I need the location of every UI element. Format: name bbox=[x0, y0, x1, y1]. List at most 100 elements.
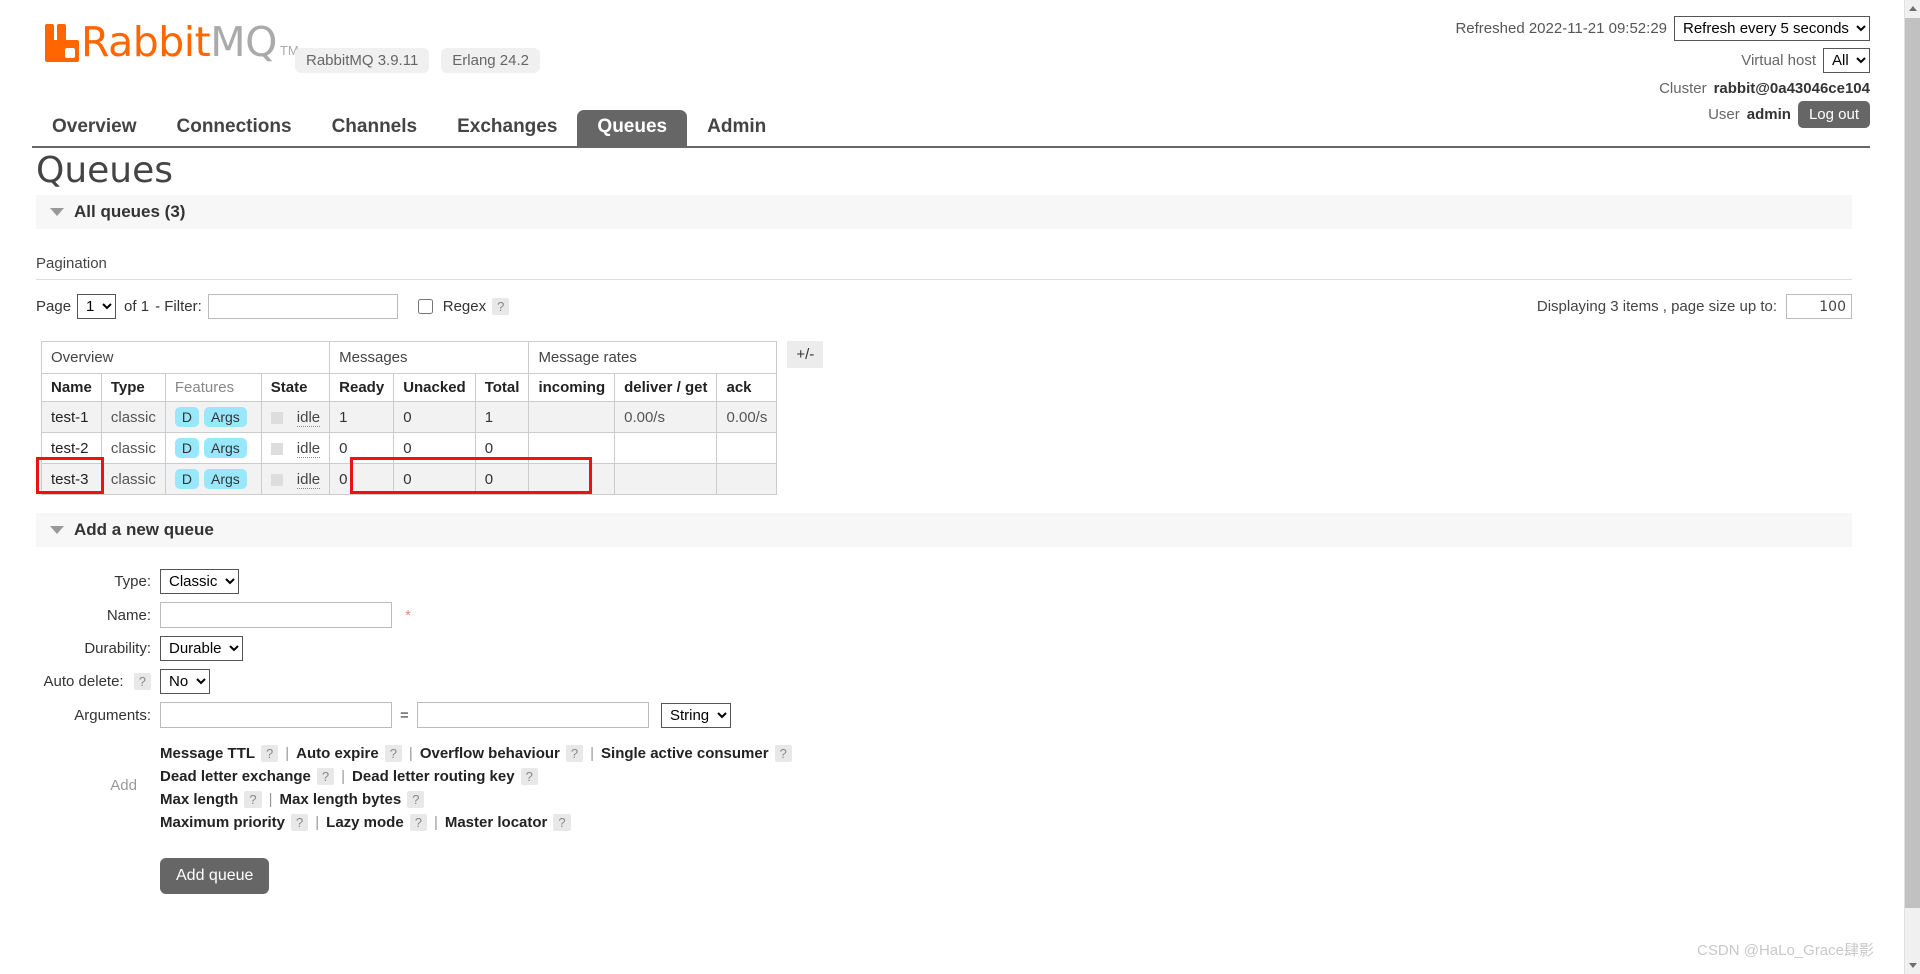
col-features[interactable]: Features bbox=[164, 373, 262, 402]
table-row[interactable]: test-3 classic D Args idle 0 0 0 bbox=[41, 463, 778, 495]
cell-total: 0 bbox=[474, 432, 530, 464]
overflow-behaviour-help-icon[interactable]: ? bbox=[565, 745, 584, 762]
feature-badge-durable: D bbox=[174, 469, 199, 489]
tab-exchanges[interactable]: Exchanges bbox=[437, 110, 577, 146]
preset-maximum-priority[interactable]: Maximum priority bbox=[160, 814, 285, 831]
single-active-consumer-help-icon[interactable]: ? bbox=[774, 745, 792, 762]
scroll-down-arrow-icon[interactable] bbox=[1905, 957, 1920, 974]
table-row[interactable]: test-2 classic D Args idle 0 0 0 bbox=[41, 432, 778, 464]
preset-message-ttl[interactable]: Message TTL bbox=[160, 745, 255, 762]
tab-overview[interactable]: Overview bbox=[32, 110, 157, 146]
col-ack[interactable]: ack bbox=[716, 373, 778, 402]
filter-label: - Filter: bbox=[155, 298, 202, 315]
tab-connections[interactable]: Connections bbox=[157, 110, 312, 146]
maximum-priority-help-icon[interactable]: ? bbox=[291, 814, 309, 831]
master-locator-help-icon[interactable]: ? bbox=[553, 814, 571, 831]
form-row-type: Type: Classic bbox=[0, 565, 792, 598]
form-row-durability: Durability: Durable bbox=[0, 632, 792, 665]
add-argument-link[interactable]: Add bbox=[110, 777, 137, 794]
scrollbar-thumb[interactable] bbox=[1905, 18, 1920, 908]
feature-badge-durable: D bbox=[174, 438, 199, 458]
argument-value-input[interactable] bbox=[416, 702, 649, 728]
cell-queue-name[interactable]: test-3 bbox=[41, 463, 102, 495]
refresh-interval-select[interactable]: Refresh every 5 seconds bbox=[1674, 16, 1870, 41]
regex-checkbox[interactable] bbox=[417, 299, 433, 314]
cell-ack: 0.00/s bbox=[716, 401, 778, 433]
cell-queue-name[interactable]: test-2 bbox=[41, 432, 102, 464]
displaying-info: Displaying 3 items , page size up to: bbox=[1537, 294, 1852, 319]
add-argument-label-cell: Add bbox=[0, 732, 160, 838]
auto-delete-help-icon[interactable]: ? bbox=[133, 673, 151, 690]
cell-queue-type: classic bbox=[100, 401, 166, 433]
col-incoming[interactable]: incoming bbox=[528, 373, 616, 402]
preset-overflow-behaviour[interactable]: Overflow behaviour bbox=[420, 745, 560, 762]
dead-letter-exchange-help-icon[interactable]: ? bbox=[316, 768, 335, 785]
preset-single-active-consumer[interactable]: Single active consumer bbox=[601, 745, 769, 762]
preset-arguments: Message TTL? | Auto expire? | Overflow behav… bbox=[160, 742, 792, 834]
argument-type-select[interactable]: String bbox=[660, 703, 731, 728]
tab-channels[interactable]: Channels bbox=[312, 110, 438, 146]
all-queues-section-header[interactable]: All queues (3) bbox=[36, 195, 1852, 229]
scroll-up-arrow-icon[interactable] bbox=[1905, 0, 1920, 17]
form-row-presets: Add Message TTL? | Auto expire? | Overflow b… bbox=[0, 732, 792, 838]
preset-max-length-bytes[interactable]: Max length bytes bbox=[279, 791, 401, 808]
feature-badge-args: Args bbox=[204, 469, 247, 489]
group-header-messages: Messages bbox=[329, 341, 530, 374]
add-queue-section-header[interactable]: Add a new queue bbox=[36, 513, 1852, 547]
preset-max-length[interactable]: Max length bbox=[160, 791, 238, 808]
col-name[interactable]: Name bbox=[41, 373, 102, 402]
preset-dead-letter-exchange[interactable]: Dead letter exchange bbox=[160, 768, 311, 785]
add-queue-button[interactable]: Add queue bbox=[160, 858, 270, 894]
argument-key-input[interactable] bbox=[160, 702, 392, 728]
preset-lazy-mode[interactable]: Lazy mode bbox=[326, 814, 404, 831]
feature-badge-args: Args bbox=[204, 438, 247, 458]
cell-ready: 1 bbox=[329, 401, 395, 433]
col-total[interactable]: Total bbox=[474, 373, 530, 402]
form-row-name: Name: * bbox=[0, 598, 792, 632]
max-length-help-icon[interactable]: ? bbox=[244, 791, 262, 808]
vhost-select[interactable]: All bbox=[1823, 48, 1870, 73]
cell-features: D Args bbox=[164, 432, 262, 464]
dead-letter-routing-key-help-icon[interactable]: ? bbox=[520, 768, 538, 785]
col-deliver-get[interactable]: deliver / get bbox=[614, 373, 718, 402]
preset-auto-expire[interactable]: Auto expire bbox=[296, 745, 379, 762]
col-state[interactable]: State bbox=[260, 373, 331, 402]
rabbitmq-logo[interactable]: RabbitMQ TM bbox=[45, 22, 299, 63]
message-ttl-help-icon[interactable]: ? bbox=[261, 745, 279, 762]
add-queue-title: Add a new queue bbox=[74, 520, 214, 539]
auto-delete-select[interactable]: No bbox=[160, 669, 210, 694]
state-indicator-icon bbox=[270, 473, 283, 486]
queue-type-select[interactable]: Classic bbox=[160, 569, 239, 594]
queue-name-input[interactable] bbox=[160, 602, 392, 628]
toggle-columns-button[interactable]: +/- bbox=[787, 341, 824, 368]
regex-help-icon[interactable]: ? bbox=[492, 298, 510, 315]
watermark-text: CSDN @HaLo_Grace肆影 bbox=[1697, 942, 1874, 959]
cell-features: D Args bbox=[164, 401, 262, 433]
lazy-mode-help-icon[interactable]: ? bbox=[409, 814, 427, 831]
state-indicator-icon bbox=[270, 442, 283, 455]
table-row[interactable]: test-1 classic DArgs idle 1 0 1 0.00/s bbox=[41, 401, 778, 433]
auto-expire-help-icon[interactable]: ? bbox=[384, 745, 402, 762]
pagination-heading: Pagination bbox=[36, 255, 107, 272]
name-label: Name: bbox=[106, 606, 151, 624]
arguments-label: Arguments: bbox=[74, 706, 151, 724]
equals-sign: = bbox=[400, 707, 409, 724]
durability-select[interactable]: Durable bbox=[160, 636, 243, 661]
tab-queues[interactable]: Queues bbox=[577, 110, 688, 146]
page-size-input[interactable] bbox=[1786, 294, 1852, 319]
col-ready[interactable]: Ready bbox=[329, 373, 395, 402]
page-number-select[interactable]: 1 bbox=[77, 294, 117, 319]
cell-incoming bbox=[528, 432, 616, 464]
cell-state: idle bbox=[260, 432, 331, 464]
preset-master-locator[interactable]: Master locator bbox=[445, 814, 548, 831]
preset-dead-letter-routing-key[interactable]: Dead letter routing key bbox=[352, 768, 515, 785]
refresh-row: Refreshed 2022-11-21 09:52:29 Refresh ev… bbox=[1455, 16, 1870, 41]
filter-input[interactable] bbox=[207, 294, 398, 319]
max-length-bytes-help-icon[interactable]: ? bbox=[407, 791, 425, 808]
tab-admin[interactable]: Admin bbox=[687, 110, 786, 146]
col-type[interactable]: Type bbox=[100, 373, 166, 402]
col-unacked[interactable]: Unacked bbox=[393, 373, 476, 402]
form-row-arguments: Arguments: = String bbox=[0, 698, 792, 732]
vertical-scrollbar[interactable] bbox=[1904, 0, 1920, 974]
cell-queue-name[interactable]: test-1 bbox=[41, 401, 102, 433]
